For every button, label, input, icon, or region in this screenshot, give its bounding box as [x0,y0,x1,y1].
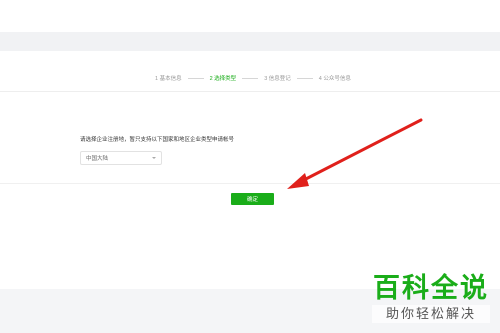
step-connector [187,77,204,79]
step-connector [242,77,259,79]
step-info-register: 3 信息登记 [264,76,291,82]
step-progress: 1 基本信息 2 选择类型 3 信息登记 4 公众号信息 [155,73,351,83]
step-connector [296,77,313,79]
watermark: 百科全说 助你轻松解决 [372,273,490,323]
steps-divider [0,91,500,92]
region-select[interactable]: 中国大陆 [80,151,162,165]
registration-card: 1 基本信息 2 选择类型 3 信息登记 4 公众号信息 请选择企业注册地，暂只… [0,51,500,289]
watermark-subtitle: 助你轻松解决 [372,305,490,323]
section-gap [0,32,500,51]
top-header-band [0,0,500,32]
step-basic-info: 1 基本信息 [155,76,182,82]
step-choose-type: 2 选择类型 [209,76,237,82]
region-select-value: 中国大陆 [86,156,109,162]
chevron-down-icon [152,157,156,159]
step-account-info: 4 公众号信息 [318,76,351,82]
confirm-button[interactable]: 确定 [231,193,274,205]
watermark-title: 百科全说 [373,273,489,303]
form-divider [0,183,500,184]
region-prompt: 请选择企业注册地，暂只支持以下国家和地区企业类型申请帐号 [80,137,235,143]
